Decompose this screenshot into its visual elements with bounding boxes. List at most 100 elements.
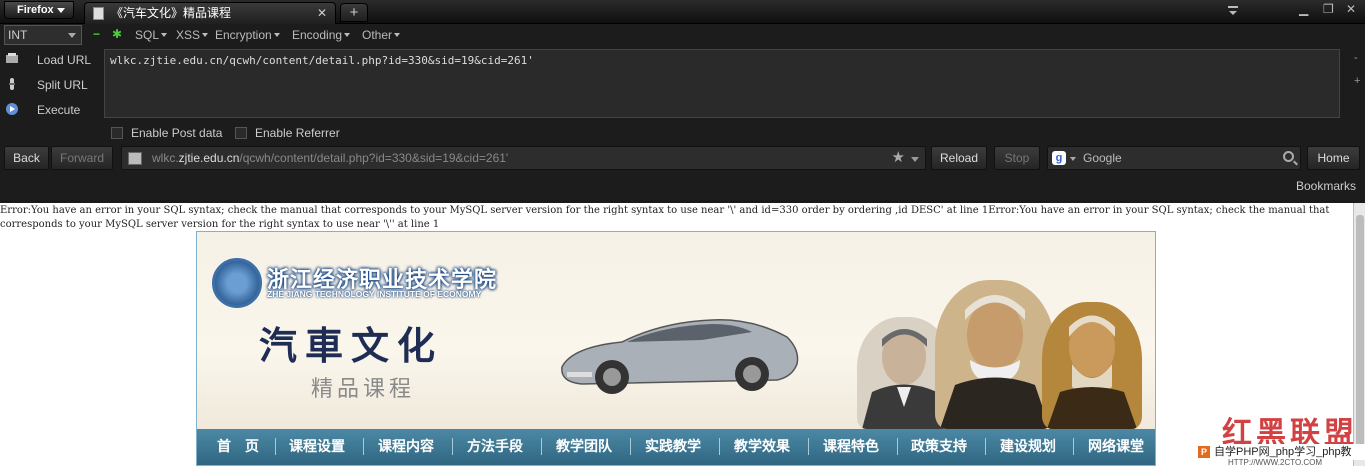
home-button[interactable]: Home — [1307, 146, 1360, 170]
search-icon[interactable] — [1283, 151, 1294, 162]
split-url-icon — [9, 78, 15, 90]
menu-xss[interactable]: XSS — [176, 28, 209, 42]
menu-label: Other — [362, 28, 393, 42]
decrement-icon[interactable]: − — [93, 27, 100, 41]
bookmarks-button[interactable]: Bookmarks — [1296, 179, 1356, 193]
close-window-icon[interactable]: ✕ — [1346, 2, 1356, 16]
chevron-down-icon — [161, 33, 168, 37]
back-button[interactable]: Back — [4, 146, 49, 170]
type-select-value: INT — [8, 28, 28, 42]
watermark-url: HTTP://WWW.2CTO.COM — [1228, 458, 1323, 466]
nav-item-planning[interactable]: 建设规划 — [997, 436, 1059, 456]
type-select[interactable]: INT — [4, 25, 82, 45]
nav-divider — [719, 438, 720, 455]
execute-button[interactable]: Execute — [0, 99, 100, 121]
nav-item-features[interactable]: 课程特色 — [820, 436, 882, 456]
reload-button[interactable]: Reload — [931, 146, 987, 170]
nav-item-home[interactable]: 首 页 — [213, 436, 263, 456]
search-input[interactable]: g Google — [1047, 146, 1301, 170]
nav-item-practice[interactable]: 实践教学 — [642, 436, 704, 456]
page-content: Error:You have an error in your SQL synt… — [0, 203, 1353, 466]
load-url-label: Load URL — [37, 53, 92, 67]
course-title: 汽車文化 — [259, 323, 444, 368]
navigation-toolbar: Back Forward wlkc.zjtie.edu.cn/qcwh/cont… — [0, 144, 1365, 172]
maximize-icon[interactable]: ❐ — [1323, 2, 1334, 16]
execute-icon — [6, 103, 18, 115]
grow-icon[interactable]: + — [1354, 75, 1360, 87]
minimize-icon[interactable]: ▁ — [1299, 2, 1308, 16]
menu-encryption[interactable]: Encryption — [215, 28, 280, 42]
nav-divider — [630, 438, 631, 455]
tab-active[interactable]: 《汽车文化》精品课程 ✕ — [84, 2, 336, 24]
chevron-down-icon[interactable] — [1070, 157, 1076, 161]
enable-post-checkbox[interactable]: Enable Post data — [111, 126, 222, 140]
nav-divider — [985, 438, 986, 455]
firefox-menu-button[interactable]: Firefox — [4, 1, 74, 19]
nav-item-policy[interactable]: 政策支持 — [908, 436, 970, 456]
execute-label: Execute — [37, 103, 81, 117]
nav-divider — [275, 438, 276, 455]
menu-sql[interactable]: SQL — [135, 28, 168, 42]
menu-label: Encoding — [292, 28, 343, 42]
course-subtitle: 精品课程 — [311, 377, 416, 402]
nav-item-course-setup[interactable]: 课程设置 — [286, 436, 348, 456]
menu-other[interactable]: Other — [362, 28, 401, 42]
sports-car-image — [561, 319, 799, 394]
list-all-tabs-icon[interactable] — [1228, 6, 1238, 15]
nav-item-course-content[interactable]: 课程内容 — [375, 436, 437, 456]
split-url-label: Split URL — [37, 78, 88, 92]
nav-item-teaching-team[interactable]: 教学团队 — [553, 436, 615, 456]
nav-divider — [541, 438, 542, 455]
address-prefix: wlkc. — [152, 151, 179, 165]
title-bar: Firefox 《汽车文化》精品课程 ✕ + ▁ ❐ ✕ — [0, 0, 1365, 24]
school-seal-icon — [212, 258, 262, 308]
chevron-down-icon — [202, 33, 209, 37]
forward-button[interactable]: Forward — [51, 146, 113, 170]
menu-label: Encryption — [215, 28, 272, 42]
hackbar-url-input[interactable]: wlkc.zjtie.edu.cn/qcwh/content/detail.ph… — [104, 49, 1340, 118]
tab-title: 《汽车文化》精品课程 — [111, 6, 232, 20]
stop-button[interactable]: Stop — [994, 146, 1040, 170]
portrait-karl-benz — [935, 280, 1055, 429]
nav-divider — [363, 438, 364, 455]
search-engine-label: Google — [1083, 151, 1122, 165]
checkbox-box — [235, 127, 247, 139]
history-dropdown-icon[interactable] — [911, 157, 919, 162]
address-bar[interactable]: wlkc.zjtie.edu.cn/qcwh/content/detail.ph… — [121, 146, 926, 170]
google-icon[interactable]: g — [1052, 151, 1066, 165]
close-tab-icon[interactable]: ✕ — [317, 3, 327, 23]
increment-icon[interactable]: ✱ — [112, 27, 122, 41]
plus-icon: + — [349, 4, 359, 21]
firefox-menu-label: Firefox — [17, 4, 54, 16]
site-identity-icon[interactable] — [128, 152, 142, 165]
checkbox-box — [111, 127, 123, 139]
chevron-down-icon — [273, 33, 280, 37]
site-nav-menu: 首 页 课程设置 课程内容 方法手段 教学团队 实践教学 教学效果 课程特色 政… — [197, 429, 1155, 465]
nav-divider — [808, 438, 809, 455]
new-tab-button[interactable]: + — [340, 3, 368, 22]
hackbar-toolbar: INT − ✱ SQL XSS Encryption Encoding Othe… — [0, 24, 1365, 144]
address-path: /qcwh/content/detail.php?id=330&sid=19&c… — [239, 151, 509, 165]
nav-item-methods[interactable]: 方法手段 — [464, 436, 526, 456]
page-icon — [93, 7, 104, 20]
chevron-down-icon — [344, 33, 351, 37]
watermark-bar-text: 自学PHP网_php学习_php教 — [1214, 446, 1352, 458]
nav-divider — [1073, 438, 1074, 455]
menu-label: XSS — [176, 28, 201, 42]
school-name-en: ZHE JIANG TECHNOLOGY INSTITUTE OF ECONOM… — [267, 289, 482, 299]
chevron-down-icon — [57, 8, 65, 13]
menu-label: SQL — [135, 28, 160, 42]
bookmark-star-icon[interactable]: ★ — [892, 147, 905, 169]
nav-item-online[interactable]: 网络课堂 — [1085, 436, 1147, 456]
site-banner: 浙江经济职业技术学院 ZHE JIANG TECHNOLOGY INSTITUT… — [196, 231, 1156, 466]
nav-item-effects[interactable]: 教学效果 — [731, 436, 793, 456]
enable-referrer-checkbox[interactable]: Enable Referrer — [235, 126, 340, 140]
split-url-button[interactable]: Split URL — [0, 74, 100, 96]
menu-encoding[interactable]: Encoding — [292, 28, 351, 42]
portrait-gottlieb-daimler — [1042, 302, 1142, 429]
browser-window: Firefox 《汽车文化》精品课程 ✕ + ▁ ❐ ✕ INT − ✱ SQL… — [0, 0, 1365, 466]
load-url-button[interactable]: Load URL — [0, 49, 100, 71]
enable-post-label: Enable Post data — [131, 126, 223, 140]
shrink-icon[interactable]: - — [1354, 52, 1358, 64]
sql-error-message: Error:You have an error in your SQL synt… — [0, 205, 1330, 230]
